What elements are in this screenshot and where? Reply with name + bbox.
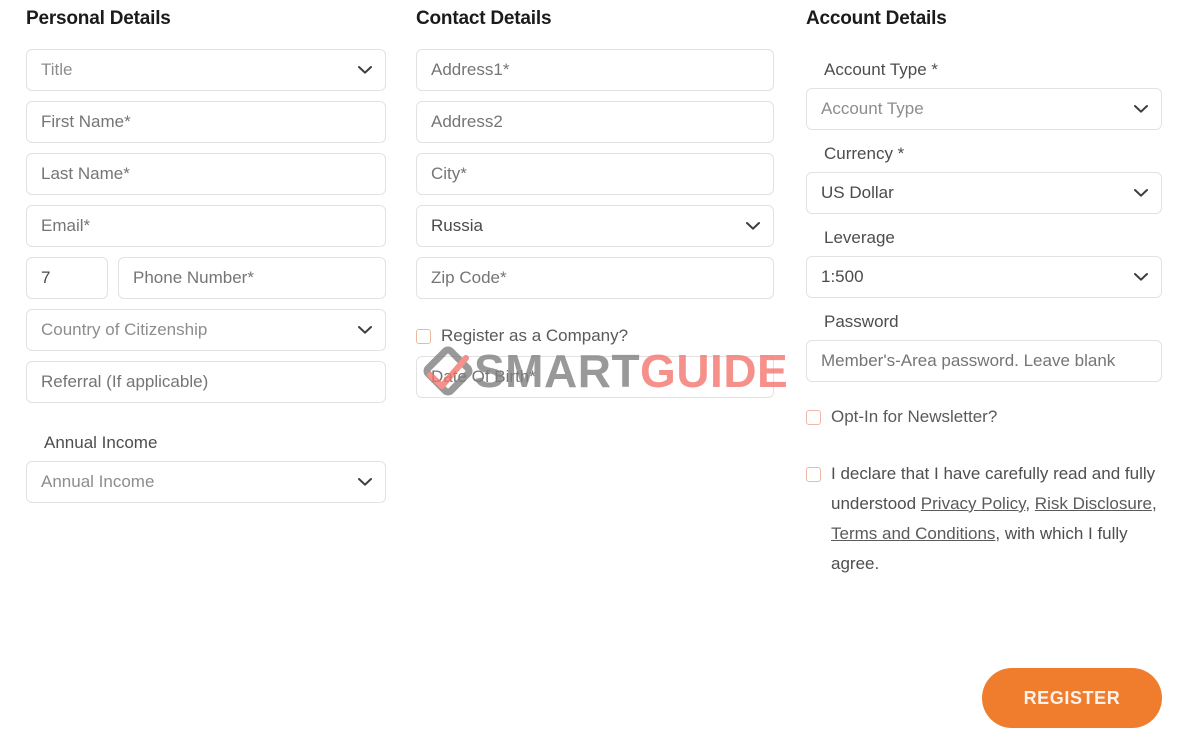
address1-input[interactable] bbox=[416, 49, 774, 91]
password-wrapper bbox=[806, 340, 1162, 382]
zip-code-wrapper bbox=[416, 257, 774, 299]
city-wrapper bbox=[416, 153, 774, 195]
password-input[interactable] bbox=[806, 340, 1162, 382]
date-of-birth-input[interactable] bbox=[416, 356, 774, 398]
account-type-block: Account Type * Account Type bbox=[806, 60, 1162, 130]
annual-income-wrapper: Annual Income bbox=[26, 461, 386, 503]
last-name-wrapper bbox=[26, 153, 386, 195]
account-type-select[interactable]: Account Type bbox=[806, 88, 1162, 130]
referral-input[interactable] bbox=[26, 361, 386, 403]
first-name-input[interactable] bbox=[26, 101, 386, 143]
currency-block: Currency * US Dollar bbox=[806, 144, 1162, 214]
address1-wrapper bbox=[416, 49, 774, 91]
title-select-wrapper: Title bbox=[26, 49, 386, 91]
last-name-input[interactable] bbox=[26, 153, 386, 195]
phone-number-input[interactable] bbox=[118, 257, 386, 299]
annual-income-label: Annual Income bbox=[44, 433, 158, 452]
password-block: Password bbox=[806, 312, 1162, 382]
declaration-sep1: , bbox=[1025, 494, 1035, 513]
terms-and-conditions-link[interactable]: Terms and Conditions bbox=[831, 524, 995, 543]
account-type-label: Account Type * bbox=[824, 60, 939, 79]
account-details-column: Account Details Account Type * Account T… bbox=[806, 0, 1162, 579]
country-citizenship-wrapper: Country of Citizenship bbox=[26, 309, 386, 351]
leverage-block: Leverage 1:500 bbox=[806, 228, 1162, 298]
declaration-checkbox[interactable] bbox=[806, 467, 821, 482]
newsletter-optin-row[interactable]: Opt-In for Newsletter? bbox=[806, 406, 1162, 428]
password-label: Password bbox=[824, 312, 899, 331]
register-as-company-label: Register as a Company? bbox=[441, 326, 629, 345]
leverage-select[interactable]: 1:500 bbox=[806, 256, 1162, 298]
declaration-sep2: , bbox=[1151, 494, 1157, 513]
leverage-wrapper: 1:500 bbox=[806, 256, 1162, 298]
privacy-policy-link[interactable]: Privacy Policy bbox=[921, 494, 1026, 513]
account-details-heading: Account Details bbox=[806, 8, 947, 29]
title-select[interactable]: Title bbox=[26, 49, 386, 91]
newsletter-optin-label: Opt-In for Newsletter? bbox=[831, 407, 998, 426]
address2-wrapper bbox=[416, 101, 774, 143]
currency-wrapper: US Dollar bbox=[806, 172, 1162, 214]
currency-select[interactable]: US Dollar bbox=[806, 172, 1162, 214]
city-input[interactable] bbox=[416, 153, 774, 195]
annual-income-select[interactable]: Annual Income bbox=[26, 461, 386, 503]
phone-row: 7 bbox=[26, 257, 386, 299]
personal-details-column: Personal Details Title 7 Country of Citi… bbox=[26, 0, 386, 513]
declaration-text: I declare that I have carefully read and… bbox=[831, 459, 1162, 579]
register-button[interactable]: REGISTER bbox=[982, 668, 1162, 728]
leverage-label: Leverage bbox=[824, 228, 895, 247]
submit-row: REGISTER bbox=[806, 668, 1162, 728]
date-of-birth-wrapper bbox=[416, 356, 774, 398]
first-name-wrapper bbox=[26, 101, 386, 143]
zip-code-input[interactable] bbox=[416, 257, 774, 299]
contact-details-heading: Contact Details bbox=[416, 8, 552, 29]
email-input[interactable] bbox=[26, 205, 386, 247]
registration-form: Personal Details Title 7 Country of Citi… bbox=[0, 0, 1202, 740]
phone-prefix-input[interactable]: 7 bbox=[26, 257, 108, 299]
declaration-row[interactable]: I declare that I have carefully read and… bbox=[806, 459, 1162, 579]
country-of-citizenship-select[interactable]: Country of Citizenship bbox=[26, 309, 386, 351]
contact-details-column: Contact Details Russia Register as a Com… bbox=[416, 0, 774, 408]
country-wrapper: Russia bbox=[416, 205, 774, 247]
address2-input[interactable] bbox=[416, 101, 774, 143]
newsletter-optin-checkbox[interactable] bbox=[806, 410, 821, 425]
register-as-company-row[interactable]: Register as a Company? bbox=[416, 325, 774, 347]
risk-disclosure-link[interactable]: Risk Disclosure bbox=[1035, 494, 1152, 513]
personal-details-heading: Personal Details bbox=[26, 8, 171, 29]
country-select[interactable]: Russia bbox=[416, 205, 774, 247]
email-wrapper bbox=[26, 205, 386, 247]
referral-wrapper bbox=[26, 361, 386, 403]
account-type-wrapper: Account Type bbox=[806, 88, 1162, 130]
register-as-company-checkbox[interactable] bbox=[416, 329, 431, 344]
currency-label: Currency * bbox=[824, 144, 905, 163]
